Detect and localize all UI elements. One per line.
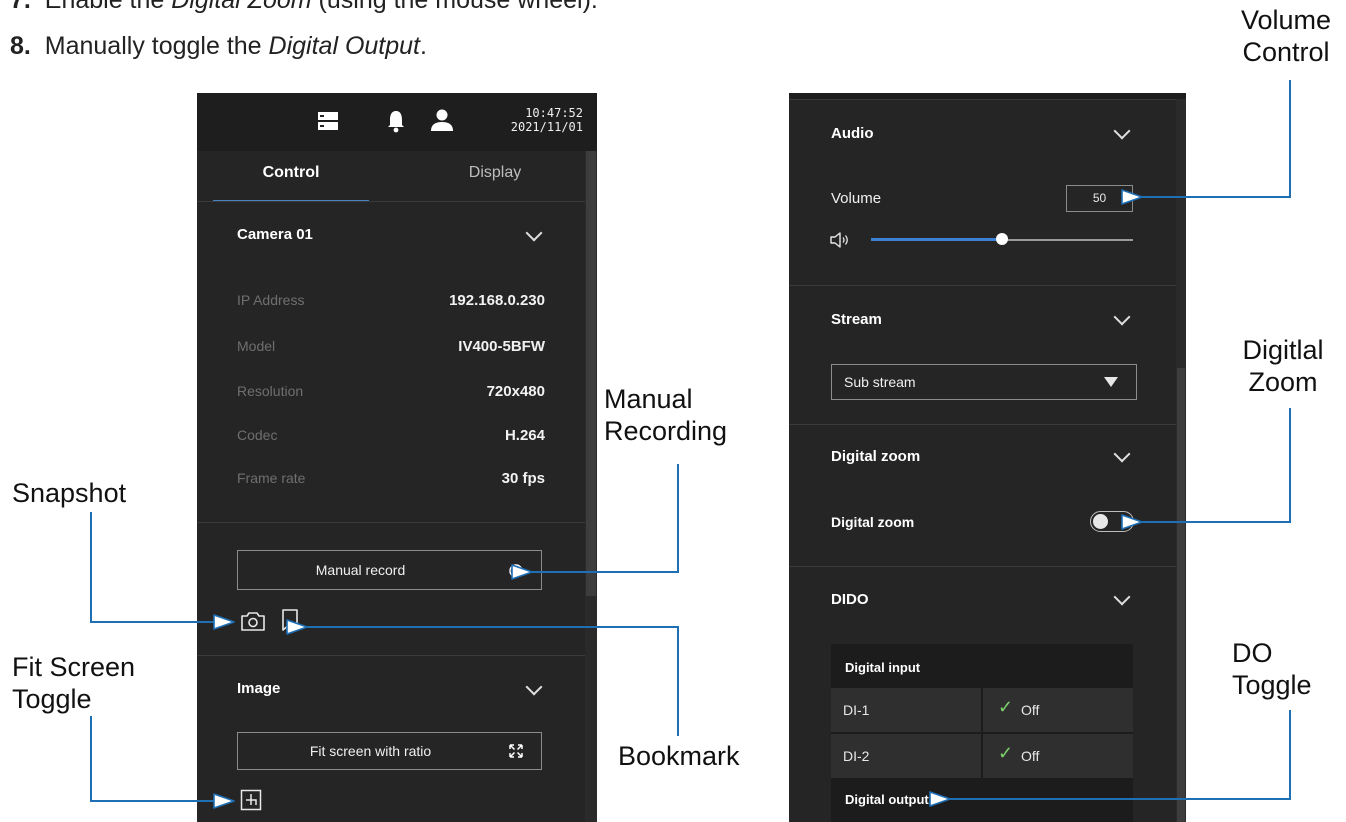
image-section-title: Image xyxy=(237,680,281,697)
bookmark-icon[interactable] xyxy=(281,608,299,637)
chevron-down-icon xyxy=(1113,445,1131,463)
expand-icon xyxy=(508,743,524,762)
fit-screen-toggle-icon[interactable] xyxy=(240,789,262,816)
digital-output-header[interactable]: Digital output xyxy=(845,792,929,807)
volume-input[interactable]: 50 xyxy=(1066,185,1133,212)
section-divider xyxy=(197,655,585,656)
section-divider xyxy=(789,566,1176,567)
ip-address-value: 192.168.0.230 xyxy=(449,292,545,309)
toggle-knob xyxy=(1093,514,1108,529)
dido-title: DIDO xyxy=(831,591,869,608)
caret-down-icon xyxy=(1104,377,1118,387)
tab-display[interactable]: Display xyxy=(417,150,573,195)
di-1-name: DI-1 xyxy=(831,688,981,732)
callout-bookmark: Bookmark xyxy=(618,741,740,771)
chevron-down-icon xyxy=(1113,308,1131,326)
manual-record-button[interactable]: Manual record xyxy=(237,550,542,590)
digital-zoom-title: Digital zoom xyxy=(831,448,921,465)
instruction-step-8: 8. Manually toggle the Digital Output. xyxy=(10,32,427,60)
check-icon: ✓ xyxy=(998,697,1014,717)
volume-slider-fill xyxy=(871,238,1002,241)
digital-zoom-section-header[interactable]: Digital zoom xyxy=(789,438,1176,478)
callout-manual-recording: Manual Recording xyxy=(604,384,728,446)
tab-divider xyxy=(197,201,585,202)
stream-select[interactable]: Sub stream xyxy=(831,364,1137,400)
frame-rate-value: 30 fps xyxy=(501,470,545,487)
section-divider xyxy=(789,99,1176,100)
resolution-value: 720x480 xyxy=(486,383,545,400)
chevron-down-icon xyxy=(525,678,543,696)
left-panel: 10:47:52 2021/11/01 Control Display Came… xyxy=(197,93,597,822)
frame-rate-label: Frame rate xyxy=(237,470,306,486)
volume-label: Volume xyxy=(831,190,882,207)
chevron-down-icon xyxy=(1113,122,1131,140)
camera-title: Camera 01 xyxy=(237,226,313,243)
scrollbar-thumb[interactable] xyxy=(586,151,596,596)
speaker-icon[interactable] xyxy=(829,230,853,255)
digital-zoom-toggle[interactable] xyxy=(1090,511,1134,532)
callout-snapshot: Snapshot xyxy=(12,478,127,508)
model-label: Model xyxy=(237,338,276,354)
digital-input-header: Digital input xyxy=(845,660,921,675)
callout-do-toggle: DO Toggle xyxy=(1232,638,1312,700)
dido-section-header[interactable]: DIDO xyxy=(789,581,1176,621)
chevron-down-icon xyxy=(525,224,543,242)
image-section-header[interactable]: Image xyxy=(197,665,585,715)
section-divider xyxy=(197,522,585,523)
callout-digital-zoom: Digitlal Zoom xyxy=(1242,335,1324,397)
chevron-down-icon xyxy=(1113,588,1131,606)
server-icon[interactable] xyxy=(317,110,339,137)
fit-screen-label: Fit screen with ratio xyxy=(309,743,432,759)
stream-selected-value: Sub stream xyxy=(844,374,916,390)
right-panel: Audio Volume 50 Stream Sub stream Digita… xyxy=(789,93,1186,822)
callout-fit-screen-toggle: Fit Screen Toggle xyxy=(12,652,136,714)
manual-record-label: Manual record xyxy=(315,562,406,578)
di-1-status: ✓ Off xyxy=(983,688,1133,732)
di-2-status: ✓ Off xyxy=(983,734,1133,778)
digital-zoom-toggle-label: Digital zoom xyxy=(831,514,915,530)
fit-screen-button[interactable]: Fit screen with ratio xyxy=(237,732,542,770)
model-value: IV400-5BFW xyxy=(458,338,545,355)
di-2-name: DI-2 xyxy=(831,734,981,778)
bell-icon[interactable] xyxy=(386,109,406,138)
record-icon xyxy=(508,563,524,582)
ip-address-label: IP Address xyxy=(237,292,305,308)
section-divider xyxy=(789,285,1176,286)
codec-value: H.264 xyxy=(504,427,545,444)
resolution-label: Resolution xyxy=(237,383,304,399)
check-icon: ✓ xyxy=(998,743,1014,763)
instruction-step-7: 7. Enable the Digital Zoom (using the mo… xyxy=(10,0,598,14)
stream-section-header[interactable]: Stream xyxy=(789,301,1176,341)
volume-slider-thumb[interactable] xyxy=(996,233,1008,245)
audio-title: Audio xyxy=(831,125,874,142)
stream-title: Stream xyxy=(831,311,882,328)
callout-volume-control: Volume Control xyxy=(1240,5,1332,67)
dido-table: Digital input DI-1 ✓ Off DI-2 ✓ Off Digi… xyxy=(831,644,1133,822)
scrollbar-thumb[interactable] xyxy=(1177,368,1185,822)
audio-section-header[interactable]: Audio xyxy=(789,115,1176,155)
tab-control[interactable]: Control xyxy=(213,150,369,195)
section-divider xyxy=(789,424,1176,425)
codec-label: Codec xyxy=(237,427,278,443)
clock: 10:47:52 2021/11/01 xyxy=(510,106,583,134)
user-icon[interactable] xyxy=(430,108,454,137)
camera-snapshot-icon[interactable] xyxy=(240,610,266,637)
camera-section-header[interactable]: Camera 01 xyxy=(197,211,585,261)
